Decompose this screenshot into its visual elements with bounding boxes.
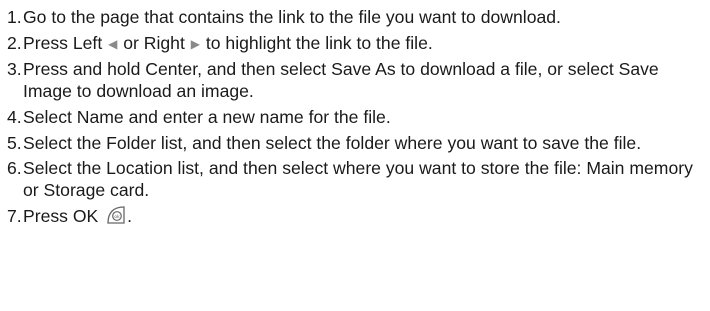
step-text: Go to the page that contains the link to… bbox=[23, 7, 561, 27]
step-3: 3. Press and hold Center, and then selec… bbox=[7, 58, 710, 102]
step-number: 1. bbox=[7, 7, 22, 27]
step-text-before: Press OK bbox=[23, 205, 99, 226]
step-4: 4. Select Name and enter a new name for … bbox=[7, 106, 710, 128]
svg-text:ok: ok bbox=[114, 214, 120, 220]
step-text-after: to highlight the link to the file. bbox=[205, 32, 433, 53]
right-arrow-icon: ▶ bbox=[190, 36, 200, 51]
left-arrow-icon: ◀ bbox=[108, 36, 118, 51]
step-number: 7. bbox=[7, 205, 22, 226]
step-text: Press and hold Center, and then select S… bbox=[23, 59, 659, 102]
instruction-list: 1. Go to the page that contains the link… bbox=[0, 0, 710, 230]
step-text-after: . bbox=[127, 205, 133, 226]
step-text: Select Name and enter a new name for the… bbox=[23, 106, 391, 127]
step-text: Select the Folder list, and then select … bbox=[23, 132, 642, 153]
step-number: 3. bbox=[7, 59, 22, 80]
step-number: 5. bbox=[7, 132, 22, 153]
step-1: 1. Go to the page that contains the link… bbox=[7, 6, 710, 28]
step-2: 2. Press Left ◀ or Right ▶ to highlight … bbox=[7, 32, 710, 55]
step-number: 4. bbox=[7, 106, 22, 127]
step-5: 5. Select the Folder list, and then sele… bbox=[7, 132, 710, 154]
step-text-before: Press Left bbox=[23, 32, 103, 53]
step-text-middle: or Right bbox=[123, 32, 185, 53]
step-text: Select the Location list, and then selec… bbox=[23, 158, 693, 201]
step-number: 2. bbox=[7, 32, 22, 53]
step-7: 7. Press OK ok . bbox=[7, 205, 710, 230]
step-number: 6. bbox=[7, 158, 22, 179]
step-6: 6. Select the Location list, and then se… bbox=[7, 157, 710, 201]
ok-key-icon: ok bbox=[105, 205, 127, 230]
